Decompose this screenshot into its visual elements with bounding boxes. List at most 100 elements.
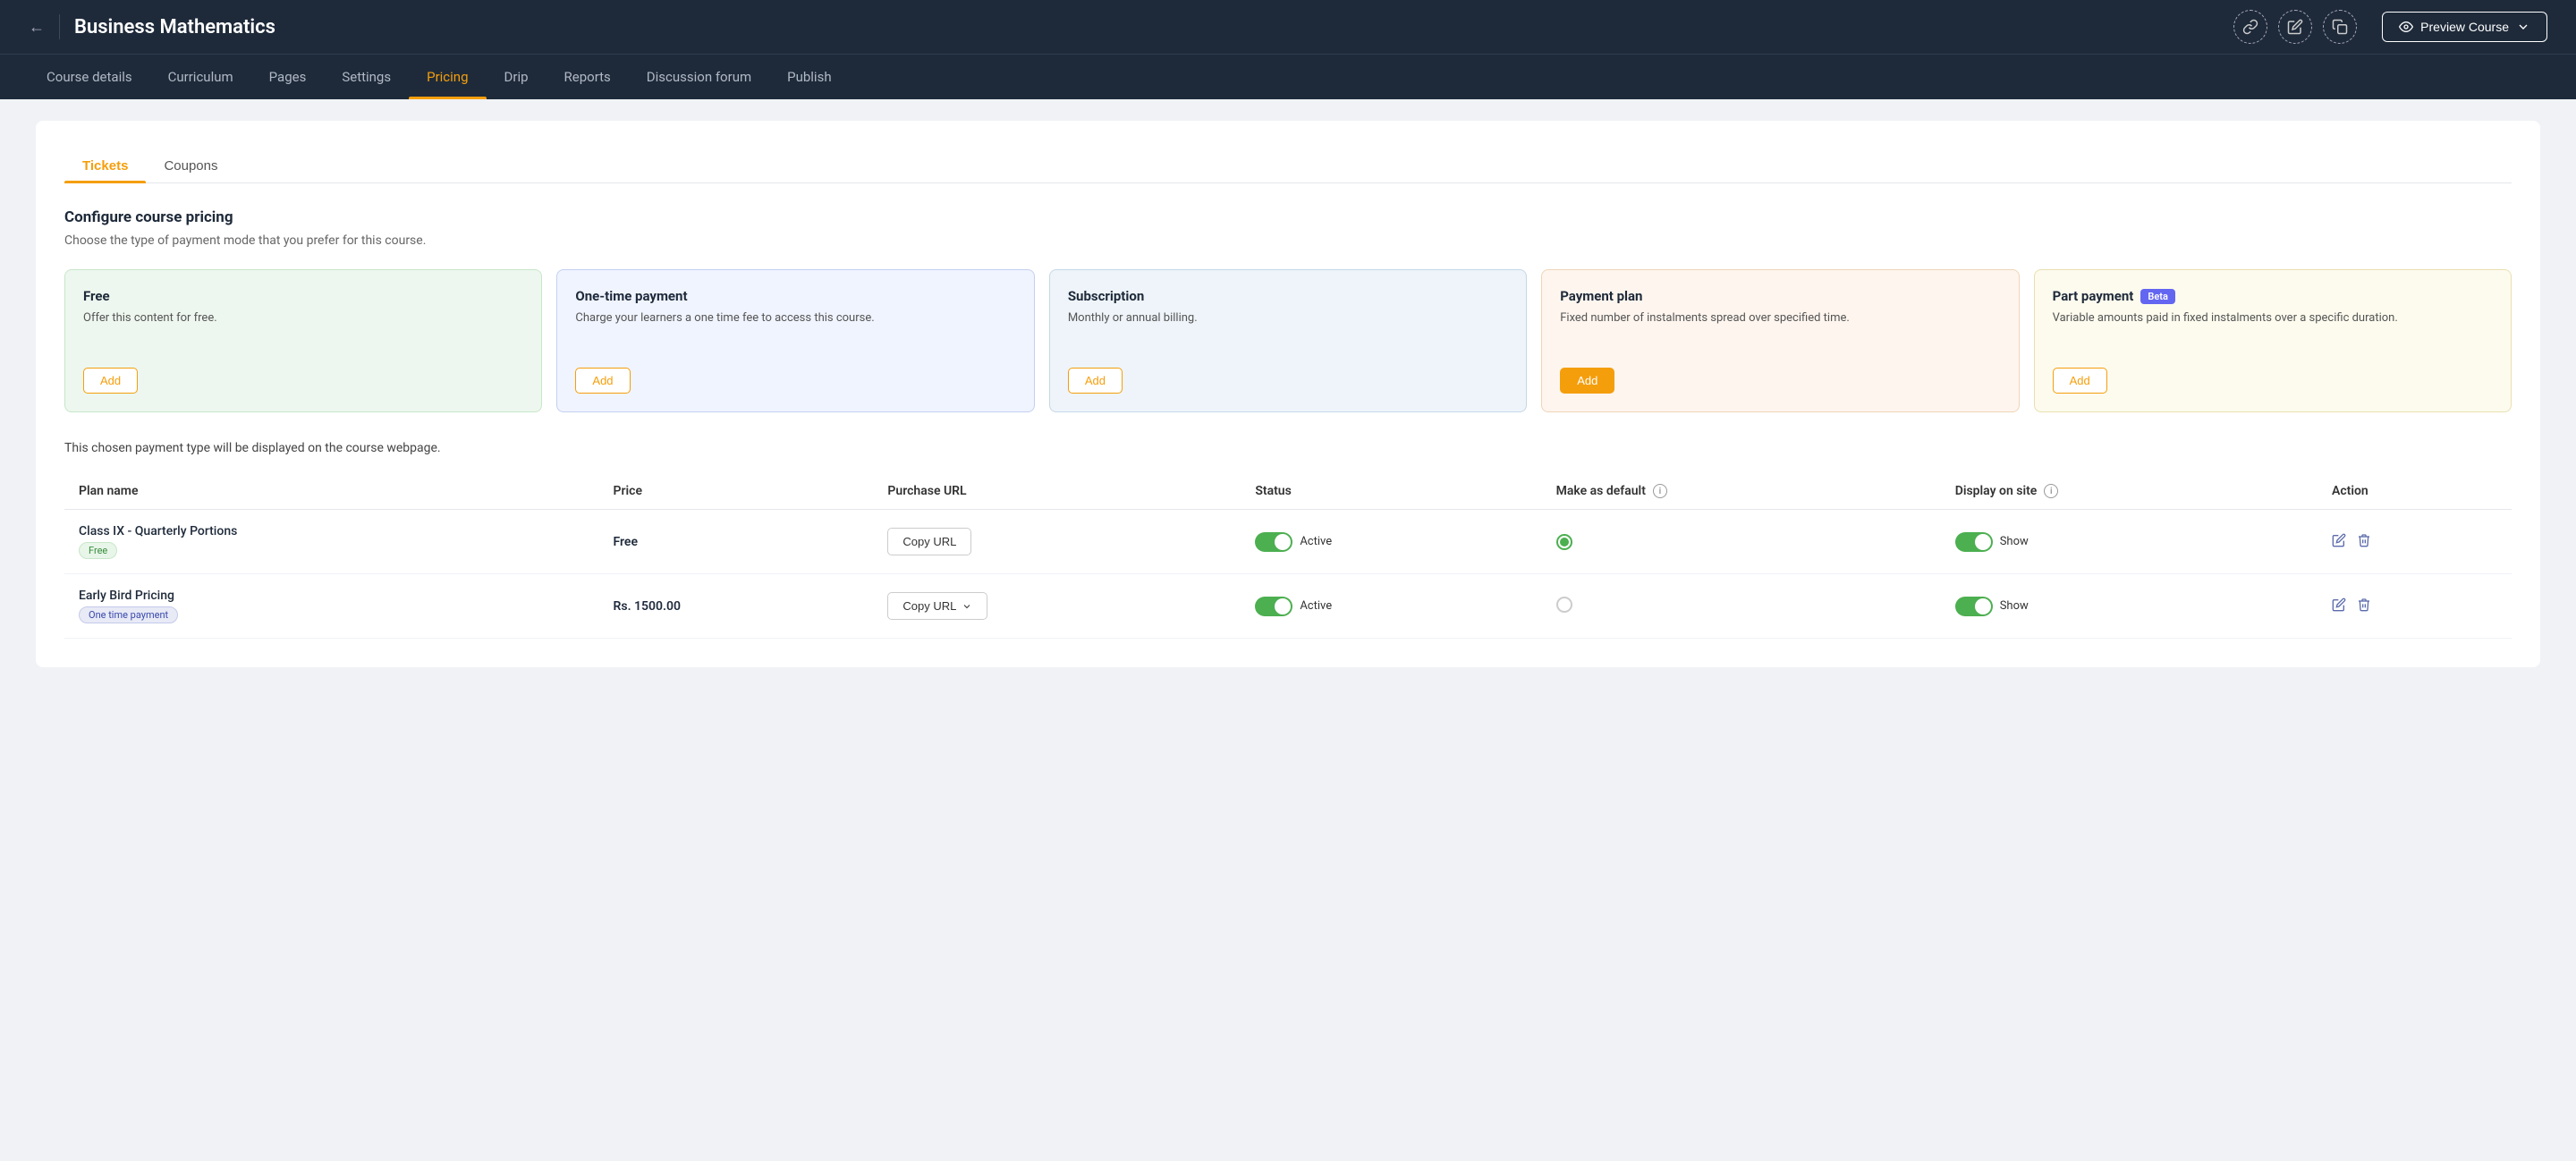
row2-action-icons <box>2332 597 2497 615</box>
pencil-icon <box>2287 19 2303 35</box>
chevron-down-icon <box>2516 20 2530 34</box>
configure-section: Configure course pricing Choose the type… <box>64 208 2512 639</box>
edit-icon-button[interactable] <box>2278 10 2312 44</box>
header-divider <box>59 14 60 39</box>
row2-plan-tag: One time payment <box>79 606 178 623</box>
config-desc: Choose the type of payment mode that you… <box>64 233 2512 248</box>
part-payment-pricing-card: Part payment Beta Variable amounts paid … <box>2034 269 2512 412</box>
nav-tabs: Course details Curriculum Pages Settings… <box>0 54 2576 99</box>
sub-add-button[interactable]: Add <box>1068 368 1123 394</box>
tab-coupons[interactable]: Coupons <box>146 149 235 182</box>
row1-price: Free <box>613 535 638 549</box>
display-on-site-info-icon[interactable]: i <box>2044 484 2058 498</box>
header-icons <box>2233 10 2357 44</box>
sub-card-title: Subscription <box>1068 288 1508 304</box>
row1-display-cell: Show <box>1941 510 2318 574</box>
row1-display-toggle-container: Show <box>1955 532 2303 552</box>
pricing-card-container: Tickets Coupons Configure course pricing… <box>36 121 2540 667</box>
row2-display-toggle-container: Show <box>1955 597 2303 616</box>
row1-status-toggle-container: Active <box>1255 532 1527 552</box>
preview-course-button[interactable]: Preview Course <box>2382 12 2547 42</box>
row2-plan-name-cell: Early Bird Pricing One time payment <box>64 574 598 639</box>
payment-plan-pricing-card: Payment plan Fixed number of instalments… <box>1541 269 2019 412</box>
tab-settings[interactable]: Settings <box>324 55 409 99</box>
tab-drip[interactable]: Drip <box>487 55 547 99</box>
row2-price: Rs. 1500.00 <box>613 599 681 614</box>
table-row: Early Bird Pricing One time payment Rs. … <box>64 574 2512 639</box>
row2-copy-url-button[interactable]: Copy URL <box>887 592 987 620</box>
duplicate-icon-button[interactable] <box>2323 10 2357 44</box>
preview-label: Preview Course <box>2420 20 2509 34</box>
row1-edit-icon[interactable] <box>2332 533 2346 551</box>
tab-discussion-forum[interactable]: Discussion forum <box>629 55 769 99</box>
part-card-title: Part payment Beta <box>2053 288 2493 304</box>
col-display-on-site: Display on site i <box>1941 473 2318 510</box>
subscription-pricing-card: Subscription Monthly or annual billing. … <box>1049 269 1527 412</box>
tab-pages[interactable]: Pages <box>251 55 325 99</box>
inner-tabs: Tickets Coupons <box>64 149 2512 183</box>
table-row: Class IX - Quarterly Portions Free Free … <box>64 510 2512 574</box>
otp-pricing-card: One-time payment Charge your learners a … <box>556 269 1034 412</box>
row1-plan-tag: Free <box>79 542 117 559</box>
tab-curriculum[interactable]: Curriculum <box>150 55 251 99</box>
plans-table: Plan name Price Purchase URL Status Make… <box>64 473 2512 639</box>
row1-default-radio[interactable] <box>1556 534 1572 550</box>
link-icon <box>2242 19 2258 35</box>
back-button[interactable]: ← <box>29 18 45 37</box>
beta-badge: Beta <box>2140 289 2175 304</box>
row1-default-cell <box>1542 510 1941 574</box>
make-default-info-icon[interactable]: i <box>1653 484 1667 498</box>
row2-show-label: Show <box>2000 599 2029 613</box>
row1-delete-icon[interactable] <box>2357 533 2371 551</box>
otp-card-title: One-time payment <box>575 288 1015 304</box>
row1-action-cell <box>2318 510 2512 574</box>
row2-display-toggle[interactable] <box>1955 597 1993 616</box>
free-card-title: Free <box>83 288 523 304</box>
part-card-desc: Variable amounts paid in fixed instalmen… <box>2053 311 2493 325</box>
link-icon-button[interactable] <box>2233 10 2267 44</box>
free-add-button[interactable]: Add <box>83 368 138 394</box>
row2-default-radio[interactable] <box>1556 597 1572 613</box>
row2-plan-name: Early Bird Pricing <box>79 589 584 603</box>
plan-add-button[interactable]: Add <box>1560 368 1614 394</box>
col-price: Price <box>598 473 873 510</box>
row2-status-toggle-container: Active <box>1255 597 1527 616</box>
tab-pricing[interactable]: Pricing <box>409 55 486 99</box>
row2-display-cell: Show <box>1941 574 2318 639</box>
tab-course-details[interactable]: Course details <box>29 55 150 99</box>
row2-edit-icon[interactable] <box>2332 597 2346 615</box>
pricing-type-cards: Free Offer this content for free. Add On… <box>64 269 2512 412</box>
free-card-desc: Offer this content for free. <box>83 311 523 325</box>
tab-reports[interactable]: Reports <box>547 55 629 99</box>
row2-status-cell: Active <box>1241 574 1541 639</box>
col-make-default: Make as default i <box>1542 473 1941 510</box>
tab-tickets[interactable]: Tickets <box>64 149 146 182</box>
otp-add-button[interactable]: Add <box>575 368 630 394</box>
plan-card-title: Payment plan <box>1560 288 2000 304</box>
row1-show-label: Show <box>2000 535 2029 548</box>
row1-plan-name: Class IX - Quarterly Portions <box>79 524 584 538</box>
row2-status-toggle[interactable] <box>1255 597 1292 616</box>
main-content: Tickets Coupons Configure course pricing… <box>0 99 2576 689</box>
row1-status-cell: Active <box>1241 510 1541 574</box>
col-status: Status <box>1241 473 1541 510</box>
col-action: Action <box>2318 473 2512 510</box>
row1-status-label: Active <box>1300 535 1332 548</box>
plan-card-desc: Fixed number of instalments spread over … <box>1560 311 2000 325</box>
row1-price-cell: Free <box>598 510 873 574</box>
payment-note: This chosen payment type will be display… <box>64 441 2512 455</box>
row1-plan-name-cell: Class IX - Quarterly Portions Free <box>64 510 598 574</box>
row1-status-toggle[interactable] <box>1255 532 1292 552</box>
eye-icon <box>2399 20 2413 34</box>
row1-display-toggle[interactable] <box>1955 532 1993 552</box>
row1-copy-url-button[interactable]: Copy URL <box>887 528 971 555</box>
config-title: Configure course pricing <box>64 208 2512 226</box>
col-plan-name: Plan name <box>64 473 598 510</box>
free-pricing-card: Free Offer this content for free. Add <box>64 269 542 412</box>
copy-icon <box>2332 19 2348 35</box>
sub-card-desc: Monthly or annual billing. <box>1068 311 1508 325</box>
row2-purchase-url-cell: Copy URL <box>873 574 1241 639</box>
part-add-button[interactable]: Add <box>2053 368 2107 394</box>
tab-publish[interactable]: Publish <box>769 55 849 99</box>
row2-delete-icon[interactable] <box>2357 597 2371 615</box>
